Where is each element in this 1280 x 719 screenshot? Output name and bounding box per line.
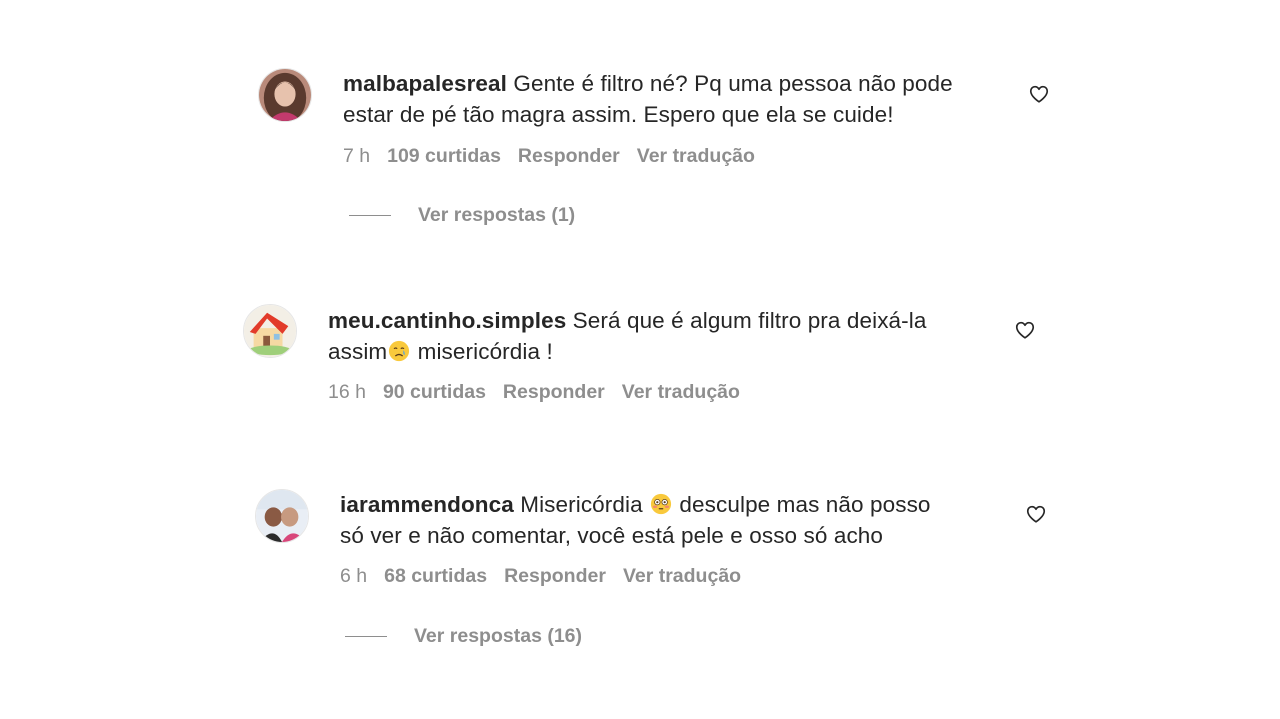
comment-meta: 7 h 109 curtidas Responder Ver tradução [343, 144, 772, 168]
comment-time: 7 h [343, 145, 371, 167]
comment-text-line: desculpe mas não posso [673, 492, 931, 517]
comment-text-line: assim [328, 339, 388, 364]
comment-text: meu.cantinho.simples Será que é algum fi… [328, 305, 1008, 367]
view-replies-label: Ver respostas (1) [418, 204, 576, 226]
comment-text-line: só ver e não comentar, você está pele e … [340, 523, 884, 548]
comment-text: iarammendonca Misericórdia desculpe mas … [340, 489, 1020, 551]
comment-text-line: estar de pé tão magra assim. Espero que … [343, 102, 894, 127]
translate-button[interactable]: Ver tradução [637, 145, 755, 167]
view-replies-button[interactable]: Ver respostas (16) [345, 624, 582, 648]
comment-time: 6 h [340, 565, 368, 587]
comment-username[interactable]: iarammendonca [340, 492, 514, 517]
heart-icon[interactable] [1025, 503, 1047, 525]
likes-count[interactable]: 109 curtidas [387, 145, 501, 167]
likes-count[interactable]: 90 curtidas [383, 381, 486, 403]
comment-meta: 6 h 68 curtidas Responder Ver tradução [340, 564, 758, 588]
avatar[interactable] [258, 68, 312, 122]
avatar-photo [256, 490, 308, 542]
translate-button[interactable]: Ver tradução [622, 381, 740, 403]
heart-icon[interactable] [1014, 319, 1036, 341]
heart-icon[interactable] [1028, 83, 1050, 105]
reply-button[interactable]: Responder [503, 381, 605, 403]
comment-text-line: Gente é filtro né? Pq uma pessoa não pod… [513, 71, 953, 96]
comment-text-line: Misericórdia [520, 492, 650, 517]
avatar-photo [259, 69, 311, 121]
avatar[interactable] [255, 489, 309, 543]
avatar-house-illustration [244, 305, 296, 357]
translate-button[interactable]: Ver tradução [623, 565, 741, 587]
replies-divider [349, 215, 391, 217]
comment-text-line: misericórdia ! [411, 339, 553, 364]
flushed-face-emoji [650, 493, 672, 515]
crying-face-emoji [389, 340, 410, 362]
comment-text-line: Será que é algum filtro pra deixá-la [572, 308, 927, 333]
avatar[interactable] [243, 304, 297, 358]
reply-button[interactable]: Responder [504, 565, 606, 587]
comment-username[interactable]: malbapalesreal [343, 71, 507, 96]
reply-button[interactable]: Responder [518, 145, 620, 167]
comment-username[interactable]: meu.cantinho.simples [328, 308, 566, 333]
comment-time: 16 h [328, 381, 366, 403]
view-replies-button[interactable]: Ver respostas (1) [349, 203, 575, 227]
view-replies-label: Ver respostas (16) [414, 625, 583, 647]
replies-divider [345, 636, 387, 638]
comment-text: malbapalesreal Gente é filtro né? Pq uma… [343, 68, 1023, 130]
comment-meta: 16 h 90 curtidas Responder Ver tradução [328, 380, 757, 404]
likes-count[interactable]: 68 curtidas [384, 565, 487, 587]
